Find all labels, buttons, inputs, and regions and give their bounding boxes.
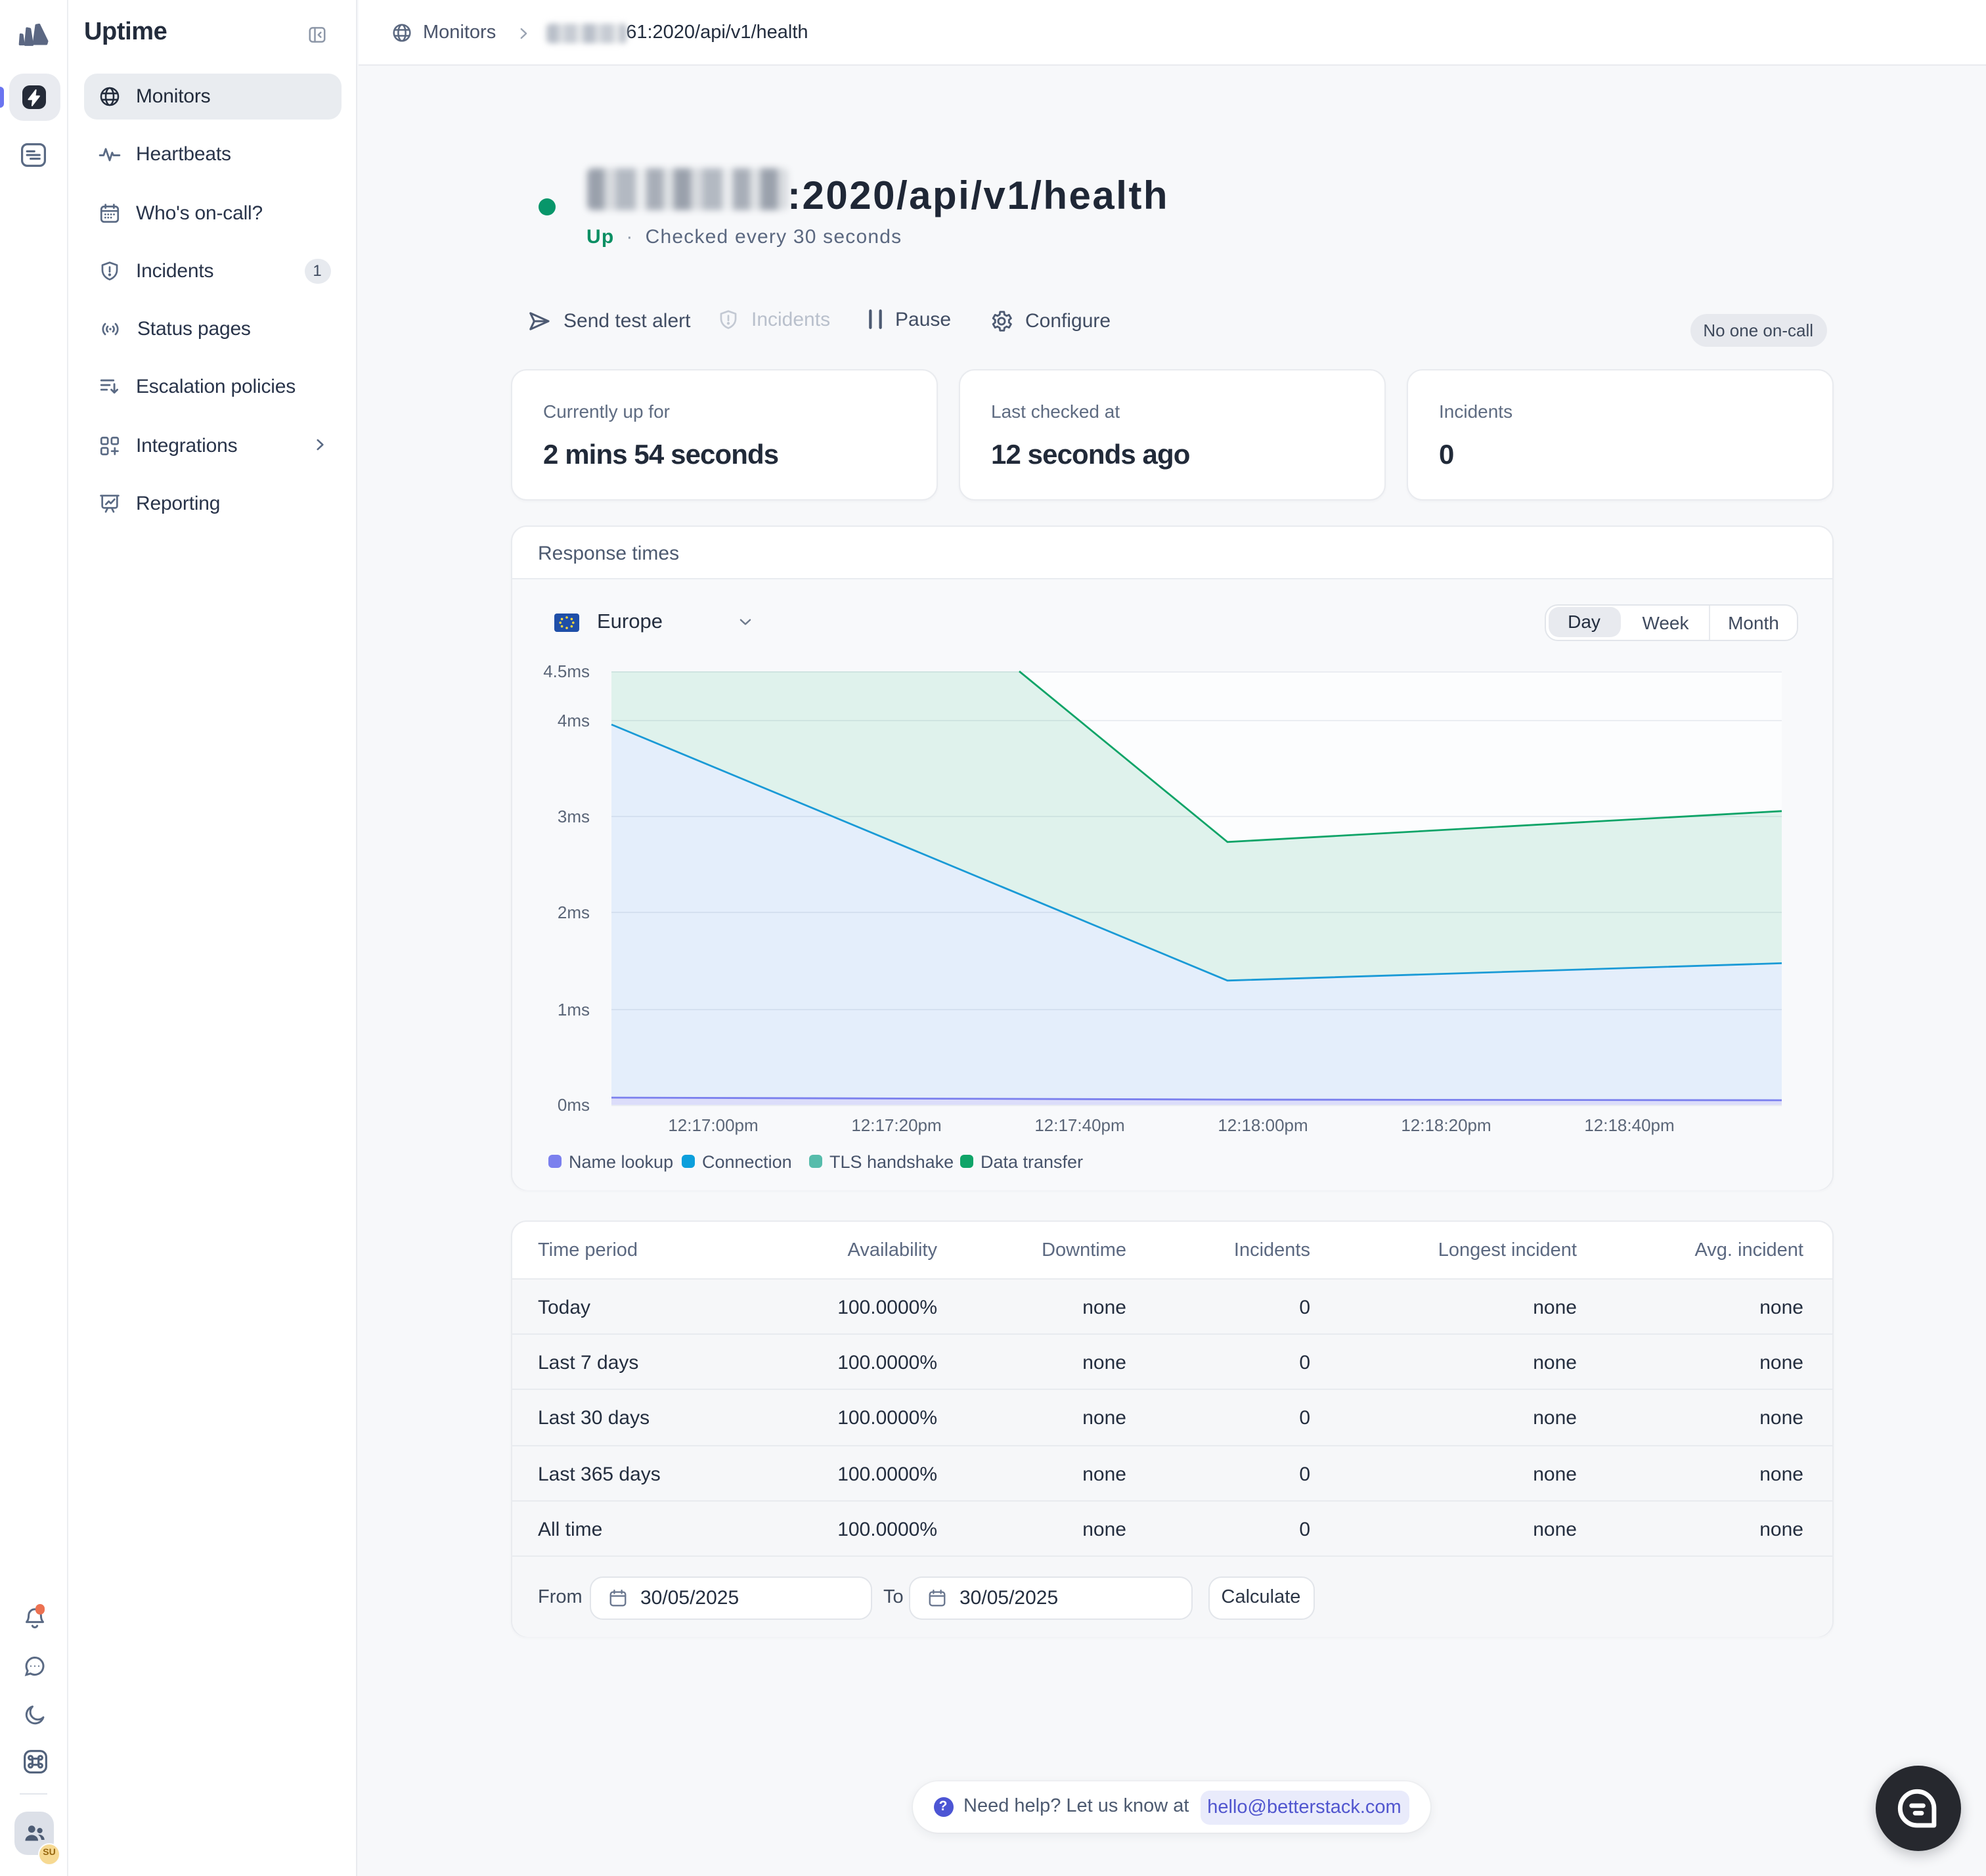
svg-text:3ms: 3ms [557, 807, 589, 826]
svg-text:1ms: 1ms [557, 1000, 589, 1019]
svg-text:Connection: Connection [701, 1152, 791, 1172]
svg-text:12:17:40pm: 12:17:40pm [1034, 1115, 1124, 1135]
svg-text:12:17:20pm: 12:17:20pm [850, 1115, 940, 1135]
svg-text:12:18:20pm: 12:18:20pm [1400, 1115, 1490, 1135]
svg-text:12:18:40pm: 12:18:40pm [1583, 1115, 1673, 1135]
svg-text:TLS handshake: TLS handshake [829, 1152, 953, 1172]
svg-text:Data transfer: Data transfer [980, 1152, 1082, 1172]
svg-text:0ms: 0ms [557, 1095, 589, 1115]
svg-text:4ms: 4ms [557, 711, 589, 730]
svg-text:12:18:00pm: 12:18:00pm [1217, 1115, 1307, 1135]
svg-text:Name lookup: Name lookup [568, 1152, 673, 1172]
svg-text:4.5ms: 4.5ms [542, 661, 589, 681]
svg-text:2ms: 2ms [557, 903, 589, 922]
svg-text:12:17:00pm: 12:17:00pm [667, 1115, 757, 1135]
